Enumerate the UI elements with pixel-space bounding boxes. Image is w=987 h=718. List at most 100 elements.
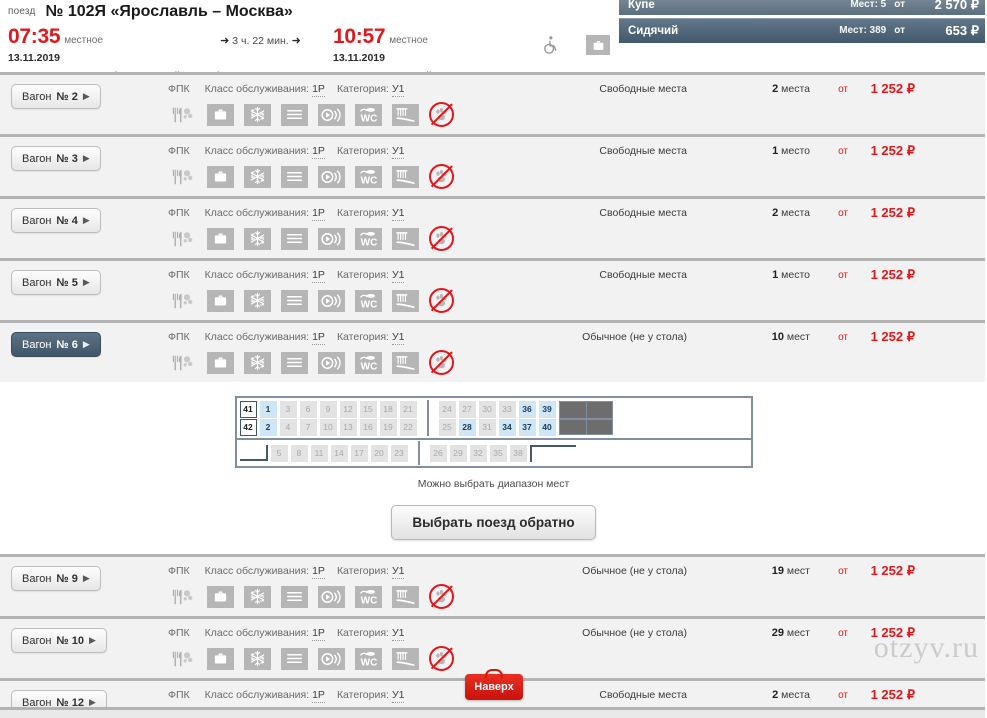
- service-class-value[interactable]: 1Р: [312, 627, 325, 641]
- wagon-availability-text: Обычное (не у стола): [582, 331, 687, 343]
- seat-41[interactable]: 41: [240, 401, 257, 418]
- wagon-seat-count: 29 мест: [772, 627, 810, 639]
- wagon-availability-text: Свободные места: [599, 207, 687, 219]
- seat-9: 9: [320, 401, 337, 418]
- seat-28[interactable]: 28: [459, 419, 476, 436]
- wagon-button-4[interactable]: Вагон№ 4▶: [11, 208, 101, 233]
- wagon-availability-text: Свободные места: [599, 83, 687, 95]
- category-value[interactable]: У1: [392, 331, 405, 345]
- media-audio-icon: [318, 586, 345, 608]
- service-class-value[interactable]: 1Р: [312, 83, 325, 97]
- seat-column: 23: [391, 445, 408, 462]
- chevron-right-icon: ▶: [83, 215, 90, 226]
- seat-37[interactable]: 37: [519, 419, 536, 436]
- carrier-label: ФПК: [168, 269, 190, 281]
- wagon-selection-page: поезд № 102Я «Ярославль – Москва» 07:35м…: [0, 0, 987, 718]
- seat-column: 3031: [479, 401, 496, 436]
- service-class-value[interactable]: 1Р: [312, 565, 325, 579]
- service-class-value[interactable]: 1Р: [312, 331, 325, 345]
- seat-2[interactable]: 2: [260, 419, 277, 436]
- wagon-button-2[interactable]: Вагон№ 2▶: [11, 84, 101, 109]
- wc-icon: WC: [355, 648, 382, 670]
- svg-text:WC: WC: [360, 361, 377, 372]
- wagon-button-3[interactable]: Вагон№ 3▶: [11, 146, 101, 171]
- bottom-divider: [0, 707, 987, 718]
- seat-1[interactable]: 1: [260, 401, 277, 418]
- wagon-button-6[interactable]: Вагон№ 6▶: [11, 332, 101, 357]
- vestibule-left: [240, 445, 268, 461]
- shower-icon: [392, 586, 419, 608]
- bedding-icon: [281, 104, 308, 126]
- wagon-button-9[interactable]: Вагон№ 9▶: [11, 566, 101, 591]
- category-value[interactable]: У1: [392, 269, 405, 283]
- service-class-label: Класс обслуживания:: [205, 207, 309, 219]
- seat-36[interactable]: 36: [519, 401, 536, 418]
- wagon-button-number: № 3: [56, 153, 77, 165]
- media-audio-icon: [318, 104, 345, 126]
- wagon-button-word: Вагон: [22, 339, 51, 351]
- seat-34[interactable]: 34: [499, 419, 516, 436]
- seat-35: 35: [490, 445, 507, 462]
- seat-31: 31: [479, 419, 496, 436]
- media-audio-icon: [318, 352, 345, 374]
- scroll-to-top-button[interactable]: Наверх: [465, 674, 523, 700]
- food-icon: [168, 352, 197, 374]
- seat-column: 2728: [459, 401, 476, 436]
- category-label: Категория:: [337, 331, 389, 343]
- price-from-label: от: [838, 566, 848, 577]
- select-return-train-button[interactable]: Выбрать поезд обратно: [391, 505, 595, 540]
- service-class-label: Класс обслуживания:: [205, 145, 309, 157]
- food-icon: [168, 104, 197, 126]
- category-value[interactable]: У1: [392, 627, 405, 641]
- bedding-icon: [281, 228, 308, 250]
- svg-text:WC: WC: [360, 113, 377, 124]
- seat-column: 14: [331, 445, 348, 462]
- train-label: поезд: [8, 6, 36, 17]
- seat-39[interactable]: 39: [539, 401, 556, 418]
- carrier-label: ФПК: [168, 689, 190, 701]
- class-tab-kupe-ot: от: [894, 0, 905, 10]
- no-pets-icon: [429, 584, 454, 609]
- seat-column: 29: [450, 445, 467, 462]
- food-icon: [168, 228, 197, 250]
- service-class-value[interactable]: 1Р: [312, 689, 325, 703]
- category-value[interactable]: У1: [392, 207, 405, 221]
- class-tab-sidyachiy[interactable]: Сидячий Мест: 389 от 653 ₽: [619, 18, 987, 43]
- wagon-row-2: Вагон№ 2▶ФПККласс обслуживания:1РКатегор…: [0, 72, 987, 134]
- class-tabs: Купе Мест: 5 от 2 570 ₽ Сидячий Мест: 38…: [619, 0, 987, 43]
- category-value[interactable]: У1: [392, 83, 405, 97]
- air-conditioning-icon: [244, 228, 271, 250]
- amenities-row: WC: [168, 646, 454, 671]
- category-value[interactable]: У1: [392, 145, 405, 159]
- svg-text:WC: WC: [360, 657, 377, 668]
- category-value[interactable]: У1: [392, 565, 405, 579]
- category-label: Категория:: [337, 145, 389, 157]
- shower-icon: [392, 228, 419, 250]
- category-label: Категория:: [337, 627, 389, 639]
- seat-column: 1516: [360, 401, 377, 436]
- service-class-value[interactable]: 1Р: [312, 145, 325, 159]
- wagon-button-10[interactable]: Вагон№ 10▶: [11, 628, 107, 653]
- seat-42[interactable]: 42: [240, 419, 257, 436]
- seat-column: 12: [260, 401, 277, 436]
- seat-38: 38: [510, 445, 527, 462]
- carrier-label: ФПК: [168, 627, 190, 639]
- class-tab-kupe[interactable]: Купе Мест: 5 от 2 570 ₽: [619, 0, 987, 15]
- seat-24: 24: [439, 401, 456, 418]
- category-value[interactable]: У1: [392, 689, 405, 703]
- bedding-icon: [281, 586, 308, 608]
- wagon-button-5[interactable]: Вагон№ 5▶: [11, 270, 101, 295]
- wagon-availability-text: Обычное (не у стола): [582, 565, 687, 577]
- service-class-value[interactable]: 1Р: [312, 207, 325, 221]
- wc-icon: WC: [355, 290, 382, 312]
- class-tab-kupe-price: 2 570 ₽: [917, 0, 979, 13]
- no-pets-icon: [429, 226, 454, 251]
- category-label: Категория:: [337, 207, 389, 219]
- service-class-value[interactable]: 1Р: [312, 269, 325, 283]
- seat-40[interactable]: 40: [539, 419, 556, 436]
- media-audio-icon: [318, 166, 345, 188]
- chevron-right-icon: ▶: [83, 339, 90, 350]
- chevron-right-icon: ▶: [83, 91, 90, 102]
- wagon-seat-count: 10 мест: [772, 331, 810, 343]
- svg-text:WC: WC: [360, 175, 377, 186]
